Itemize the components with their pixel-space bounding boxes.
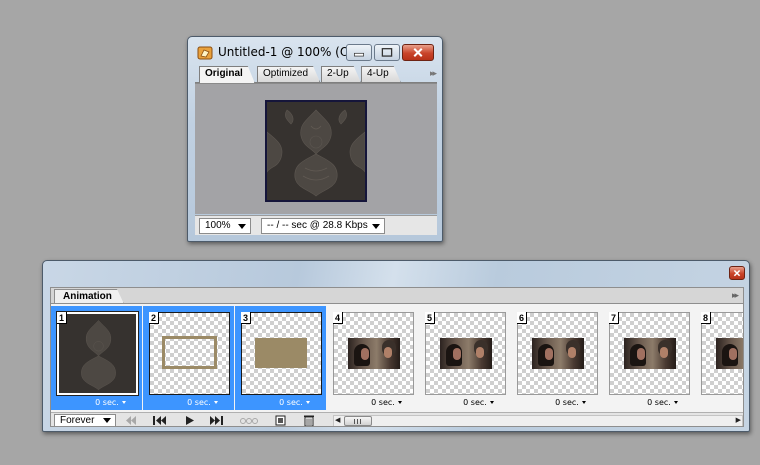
frame-6[interactable]: 6 0 sec. xyxy=(511,306,602,410)
scroll-right-icon[interactable]: ▶ xyxy=(736,416,741,426)
frame-2[interactable]: 2 0 sec. xyxy=(143,306,234,410)
play-icon[interactable] xyxy=(181,414,197,427)
tab-animation[interactable]: Animation xyxy=(54,289,124,304)
preview-tabs: Original Optimized 2-Up 4-Up ▸▸ xyxy=(195,66,437,83)
tab-original[interactable]: Original xyxy=(199,66,255,83)
chevron-down-icon xyxy=(305,401,310,404)
tab-4-up[interactable]: 4-Up xyxy=(361,66,401,82)
loop-dropdown[interactable]: Forever xyxy=(54,414,116,426)
frame-thumbnail xyxy=(56,311,139,396)
damask-image xyxy=(265,100,367,202)
chevron-down-icon xyxy=(238,224,246,229)
frame-1[interactable]: 1 0 sec. xyxy=(51,306,142,410)
frame-delay[interactable]: 0 sec. xyxy=(327,397,418,408)
photo-scene xyxy=(716,338,743,369)
damask-pattern xyxy=(59,314,136,393)
frame-thumbnail xyxy=(425,312,506,395)
window-title: Untitled-1 @ 100% (O... xyxy=(218,45,361,59)
chevron-down-icon xyxy=(372,224,380,229)
frame-thumbnail xyxy=(333,312,414,395)
photoshop-icon xyxy=(197,46,213,60)
duplicate-frame-icon[interactable] xyxy=(273,414,289,427)
damask-pattern xyxy=(267,102,365,200)
frame-number: 3 xyxy=(241,312,252,324)
frame-thumbnail xyxy=(517,312,598,395)
close-button[interactable] xyxy=(402,44,434,61)
frame-number: 2 xyxy=(149,312,160,324)
trash-icon[interactable] xyxy=(301,414,317,427)
tab-optimized[interactable]: Optimized xyxy=(257,66,320,82)
photo-scene xyxy=(624,338,676,369)
zoom-dropdown[interactable]: 100% xyxy=(199,218,251,234)
palette-menu-icon[interactable]: ▸▸ xyxy=(732,290,739,301)
frame-delay[interactable]: 0 sec. xyxy=(235,397,326,408)
animation-palette[interactable]: Animation ▸▸ 1 0 sec. 2 0 sec. 3 0 sec. … xyxy=(42,260,750,432)
frame-delay[interactable]: 0 sec. xyxy=(603,397,694,408)
frame-5[interactable]: 5 0 sec. xyxy=(419,306,510,410)
frame-thumbnail xyxy=(701,312,743,395)
first-frame-icon[interactable] xyxy=(123,414,139,427)
photo-scene xyxy=(532,338,584,369)
frame-number: 5 xyxy=(425,312,436,324)
frames-strip: 1 0 sec. 2 0 sec. 3 0 sec. 4 0 sec. 5 0 … xyxy=(51,306,743,410)
frame-number: 7 xyxy=(609,312,620,324)
frames-scrollbar[interactable]: ◀ ▶ xyxy=(333,415,743,426)
maximize-button[interactable] xyxy=(374,44,400,61)
minimize-button[interactable] xyxy=(346,44,372,61)
chevron-down-icon xyxy=(103,418,111,423)
loop-value: Forever xyxy=(60,415,95,426)
frame-delay[interactable]: 0 sec. xyxy=(511,397,602,408)
previous-frame-icon[interactable] xyxy=(151,414,167,427)
status-bar: 100% -- / -- sec @ 28.8 Kbps xyxy=(195,215,437,235)
scroll-left-icon[interactable]: ◀ xyxy=(335,416,340,426)
frame-number: 8 xyxy=(701,312,712,324)
speed-value: -- / -- sec @ 28.8 Kbps xyxy=(267,220,368,231)
close-button[interactable] xyxy=(729,266,745,280)
frame-delay[interactable]: 0 sec. xyxy=(143,397,234,408)
chevron-down-icon xyxy=(673,401,678,404)
close-icon xyxy=(733,269,741,277)
close-icon xyxy=(413,48,423,57)
outline-rectangle xyxy=(162,336,217,369)
photo-scene xyxy=(348,338,400,369)
frame-delay[interactable]: 0 sec. xyxy=(419,397,510,408)
frame-7[interactable]: 7 0 sec. xyxy=(603,306,694,410)
panel-menu-icon[interactable]: ▸▸ xyxy=(430,68,437,79)
chevron-down-icon xyxy=(489,401,494,404)
canvas-area[interactable] xyxy=(195,83,437,214)
chevron-down-icon xyxy=(397,401,402,404)
frame-delay[interactable]: 0 sec. xyxy=(51,397,142,408)
chevron-down-icon xyxy=(213,401,218,404)
chevron-down-icon xyxy=(581,401,586,404)
maximize-icon xyxy=(381,48,393,57)
frame-8[interactable]: 8 xyxy=(695,306,743,410)
scrollbar-thumb[interactable] xyxy=(344,416,372,426)
animation-body: 1 0 sec. 2 0 sec. 3 0 sec. 4 0 sec. 5 0 … xyxy=(50,303,744,427)
photo-scene xyxy=(440,338,492,369)
filled-rectangle xyxy=(255,338,307,368)
tab-2-up[interactable]: 2-Up xyxy=(321,66,361,82)
frame-number: 4 xyxy=(333,312,344,324)
download-speed-dropdown[interactable]: -- / -- sec @ 28.8 Kbps xyxy=(261,218,385,234)
frame-4[interactable]: 4 0 sec. xyxy=(327,306,418,410)
frame-thumbnail xyxy=(241,312,322,395)
frame-thumbnail xyxy=(149,312,230,395)
animation-controls: Forever ◀ ▶ xyxy=(51,412,743,427)
minimize-icon xyxy=(354,52,364,57)
frame-number: 6 xyxy=(517,312,528,324)
frame-thumbnail xyxy=(609,312,690,395)
chevron-down-icon xyxy=(121,401,126,404)
frame-3[interactable]: 3 0 sec. xyxy=(235,306,326,410)
tween-icon[interactable] xyxy=(239,414,259,427)
palette-tabbar: Animation ▸▸ xyxy=(50,287,744,303)
zoom-value: 100% xyxy=(205,220,231,231)
image-window[interactable]: Untitled-1 @ 100% (O... Original Optimiz… xyxy=(187,36,443,242)
frame-number: 1 xyxy=(57,312,68,324)
next-frame-icon[interactable] xyxy=(209,414,225,427)
